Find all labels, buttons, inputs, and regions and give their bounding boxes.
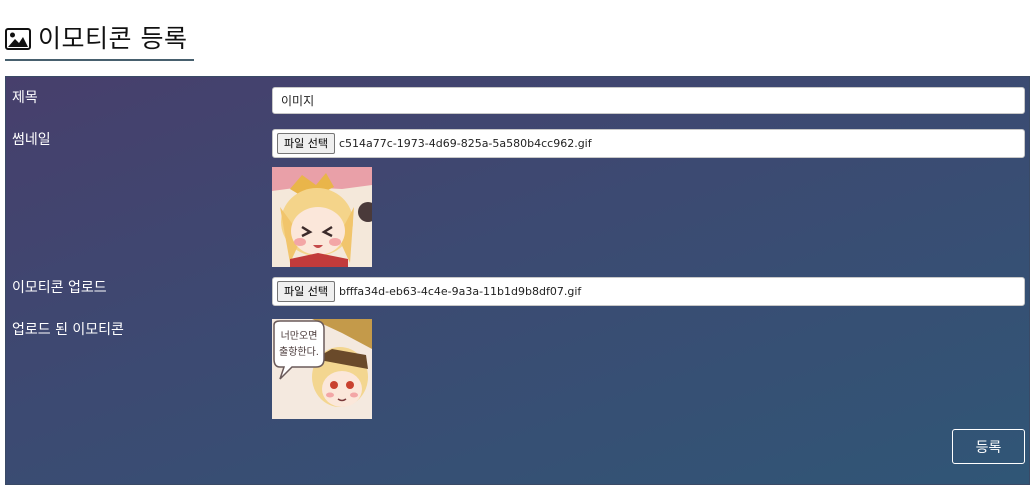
image-icon	[5, 27, 31, 50]
uploaded-emoticon-label: 업로드 된 이모티콘	[12, 322, 124, 338]
thumbnail-file-name: c514a77c-1973-4d69-825a-5a580b4cc962.gif	[338, 137, 592, 150]
submit-button[interactable]: 등록	[952, 429, 1025, 464]
page-title: 이모티콘 등록	[5, 18, 194, 61]
uploaded-emoticon-preview: 너만오면 출항한다.	[272, 319, 372, 419]
emoticon-file-input[interactable]: 파일 선택 bfffa34d-eb63-4c4e-9a3a-11b1d9b8df…	[272, 277, 1025, 306]
emoticon-register-page: 이모티콘 등록 제목 썸네일 파일 선택 c514a77c-1973-4d69-…	[0, 0, 1032, 494]
thumbnail-file-button[interactable]: 파일 선택	[277, 133, 335, 154]
title-label: 제목	[12, 90, 38, 106]
svg-text:출항한다.: 출항한다.	[279, 346, 319, 358]
thumbnail-label: 썸네일	[12, 132, 51, 148]
title-input[interactable]	[272, 87, 1025, 114]
speech-bubble-text: 너만오면	[281, 330, 318, 342]
thumbnail-file-input[interactable]: 파일 선택 c514a77c-1973-4d69-825a-5a580b4cc9…	[272, 129, 1025, 158]
thumbnail-preview	[272, 167, 372, 267]
emoticon-upload-label: 이모티콘 업로드	[12, 280, 107, 296]
page-title-text: 이모티콘 등록	[38, 23, 188, 53]
emoticon-file-button[interactable]: 파일 선택	[277, 281, 335, 302]
register-form: 제목 썸네일 파일 선택 c514a77c-1973-4d69-825a-5a5…	[5, 76, 1030, 485]
emoticon-file-name: bfffa34d-eb63-4c4e-9a3a-11b1d9b8df07.gif	[338, 285, 582, 298]
